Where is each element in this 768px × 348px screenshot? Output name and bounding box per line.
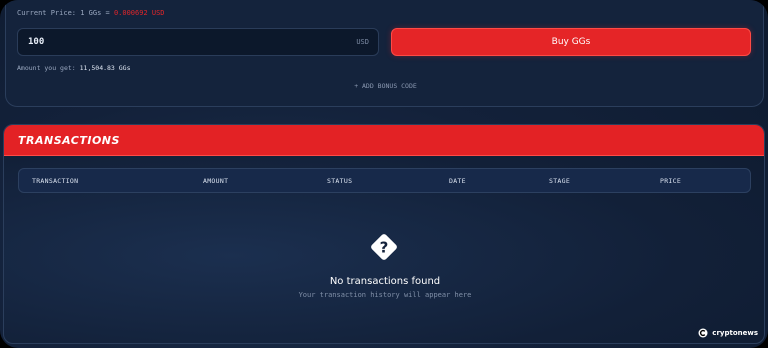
- cryptonews-logo-icon: [698, 328, 708, 338]
- buy-button[interactable]: Buy GGs: [391, 28, 751, 56]
- price-label: Current Price: 1 GGs =: [17, 9, 114, 17]
- svg-text:?: ?: [380, 239, 389, 257]
- column-stage: STAGE: [549, 177, 571, 185]
- empty-state-title: No transactions found: [329, 276, 441, 287]
- transactions-panel: TRANSACTIONS TRANSACTION AMOUNT STATUS D…: [3, 124, 765, 344]
- amount-get-label: Amount you get:: [17, 64, 80, 72]
- add-bonus-code-link[interactable]: + ADD BONUS CODE: [6, 82, 765, 90]
- amount-get-value: 11,504.83 GGs: [79, 64, 131, 72]
- current-price: Current Price: 1 GGs = 0.000692 USD: [17, 9, 165, 17]
- transactions-title: TRANSACTIONS: [18, 134, 120, 147]
- amount-input[interactable]: [28, 29, 328, 55]
- column-date: DATE: [449, 177, 466, 185]
- watermark-text: cryptonews: [712, 329, 758, 337]
- amount-field[interactable]: USD: [17, 28, 379, 56]
- question-diamond-icon: ?: [371, 234, 397, 260]
- app-frame: Current Price: 1 GGs = 0.000692 USD USD …: [0, 0, 768, 348]
- currency-label: USD: [356, 38, 369, 46]
- amount-you-get: Amount you get: 11,504.83 GGs: [17, 64, 131, 72]
- watermark: cryptonews: [698, 328, 758, 338]
- column-transaction: TRANSACTION: [32, 177, 79, 185]
- transactions-header: TRANSACTIONS: [4, 125, 764, 156]
- column-amount: AMOUNT: [203, 177, 229, 185]
- empty-state-subtitle: Your transaction history will appear her…: [298, 291, 472, 299]
- column-price: PRICE: [660, 177, 682, 185]
- table-header: TRANSACTION AMOUNT STATUS DATE STAGE PRI…: [18, 168, 751, 193]
- buy-panel: Current Price: 1 GGs = 0.000692 USD USD …: [5, 0, 764, 107]
- column-status: STATUS: [327, 177, 353, 185]
- price-value: 0.000692 USD: [113, 9, 165, 17]
